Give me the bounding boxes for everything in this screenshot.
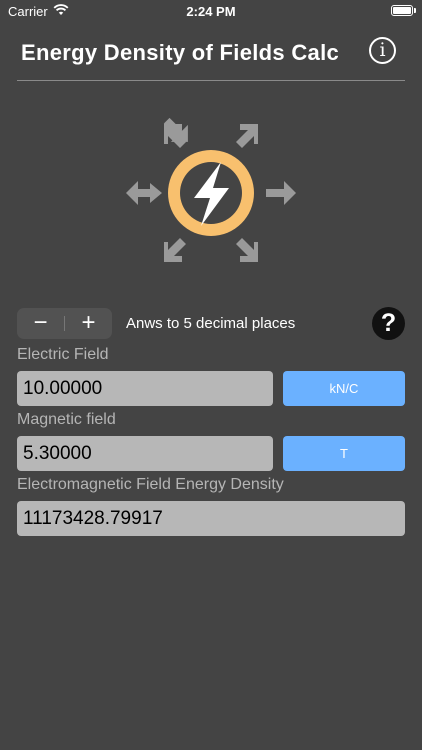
info-button[interactable]: i (369, 37, 396, 64)
energy-density-label: Electromagnetic Field Energy Density (17, 476, 284, 493)
increment-button[interactable]: + (65, 308, 112, 339)
lightning-bolt-icon (126, 117, 296, 262)
clock: 2:24 PM (186, 4, 236, 19)
electric-unit-button[interactable]: kN/C (283, 371, 405, 406)
page-title: Energy Density of Fields Calc (21, 40, 340, 65)
energy-density-output[interactable]: 11173428.79917 (17, 501, 405, 536)
decimal-stepper[interactable]: − + (17, 308, 112, 339)
electric-field-input[interactable]: 10.00000 (17, 371, 273, 406)
decimal-places-label: Anws to 5 decimal places (126, 315, 296, 332)
help-button[interactable]: ? (372, 307, 405, 340)
electric-field-label: Electric Field (17, 346, 109, 363)
decrement-button[interactable]: − (17, 308, 64, 339)
battery-icon (391, 5, 413, 16)
battery-tip (414, 8, 416, 13)
magnetic-field-label: Magnetic field (17, 411, 116, 428)
status-bar: Carrier 2:24 PM (0, 0, 422, 22)
magnetic-field-input[interactable]: 5.30000 (17, 436, 273, 471)
header-divider (17, 80, 405, 81)
magnetic-unit-button[interactable]: T (283, 436, 405, 471)
